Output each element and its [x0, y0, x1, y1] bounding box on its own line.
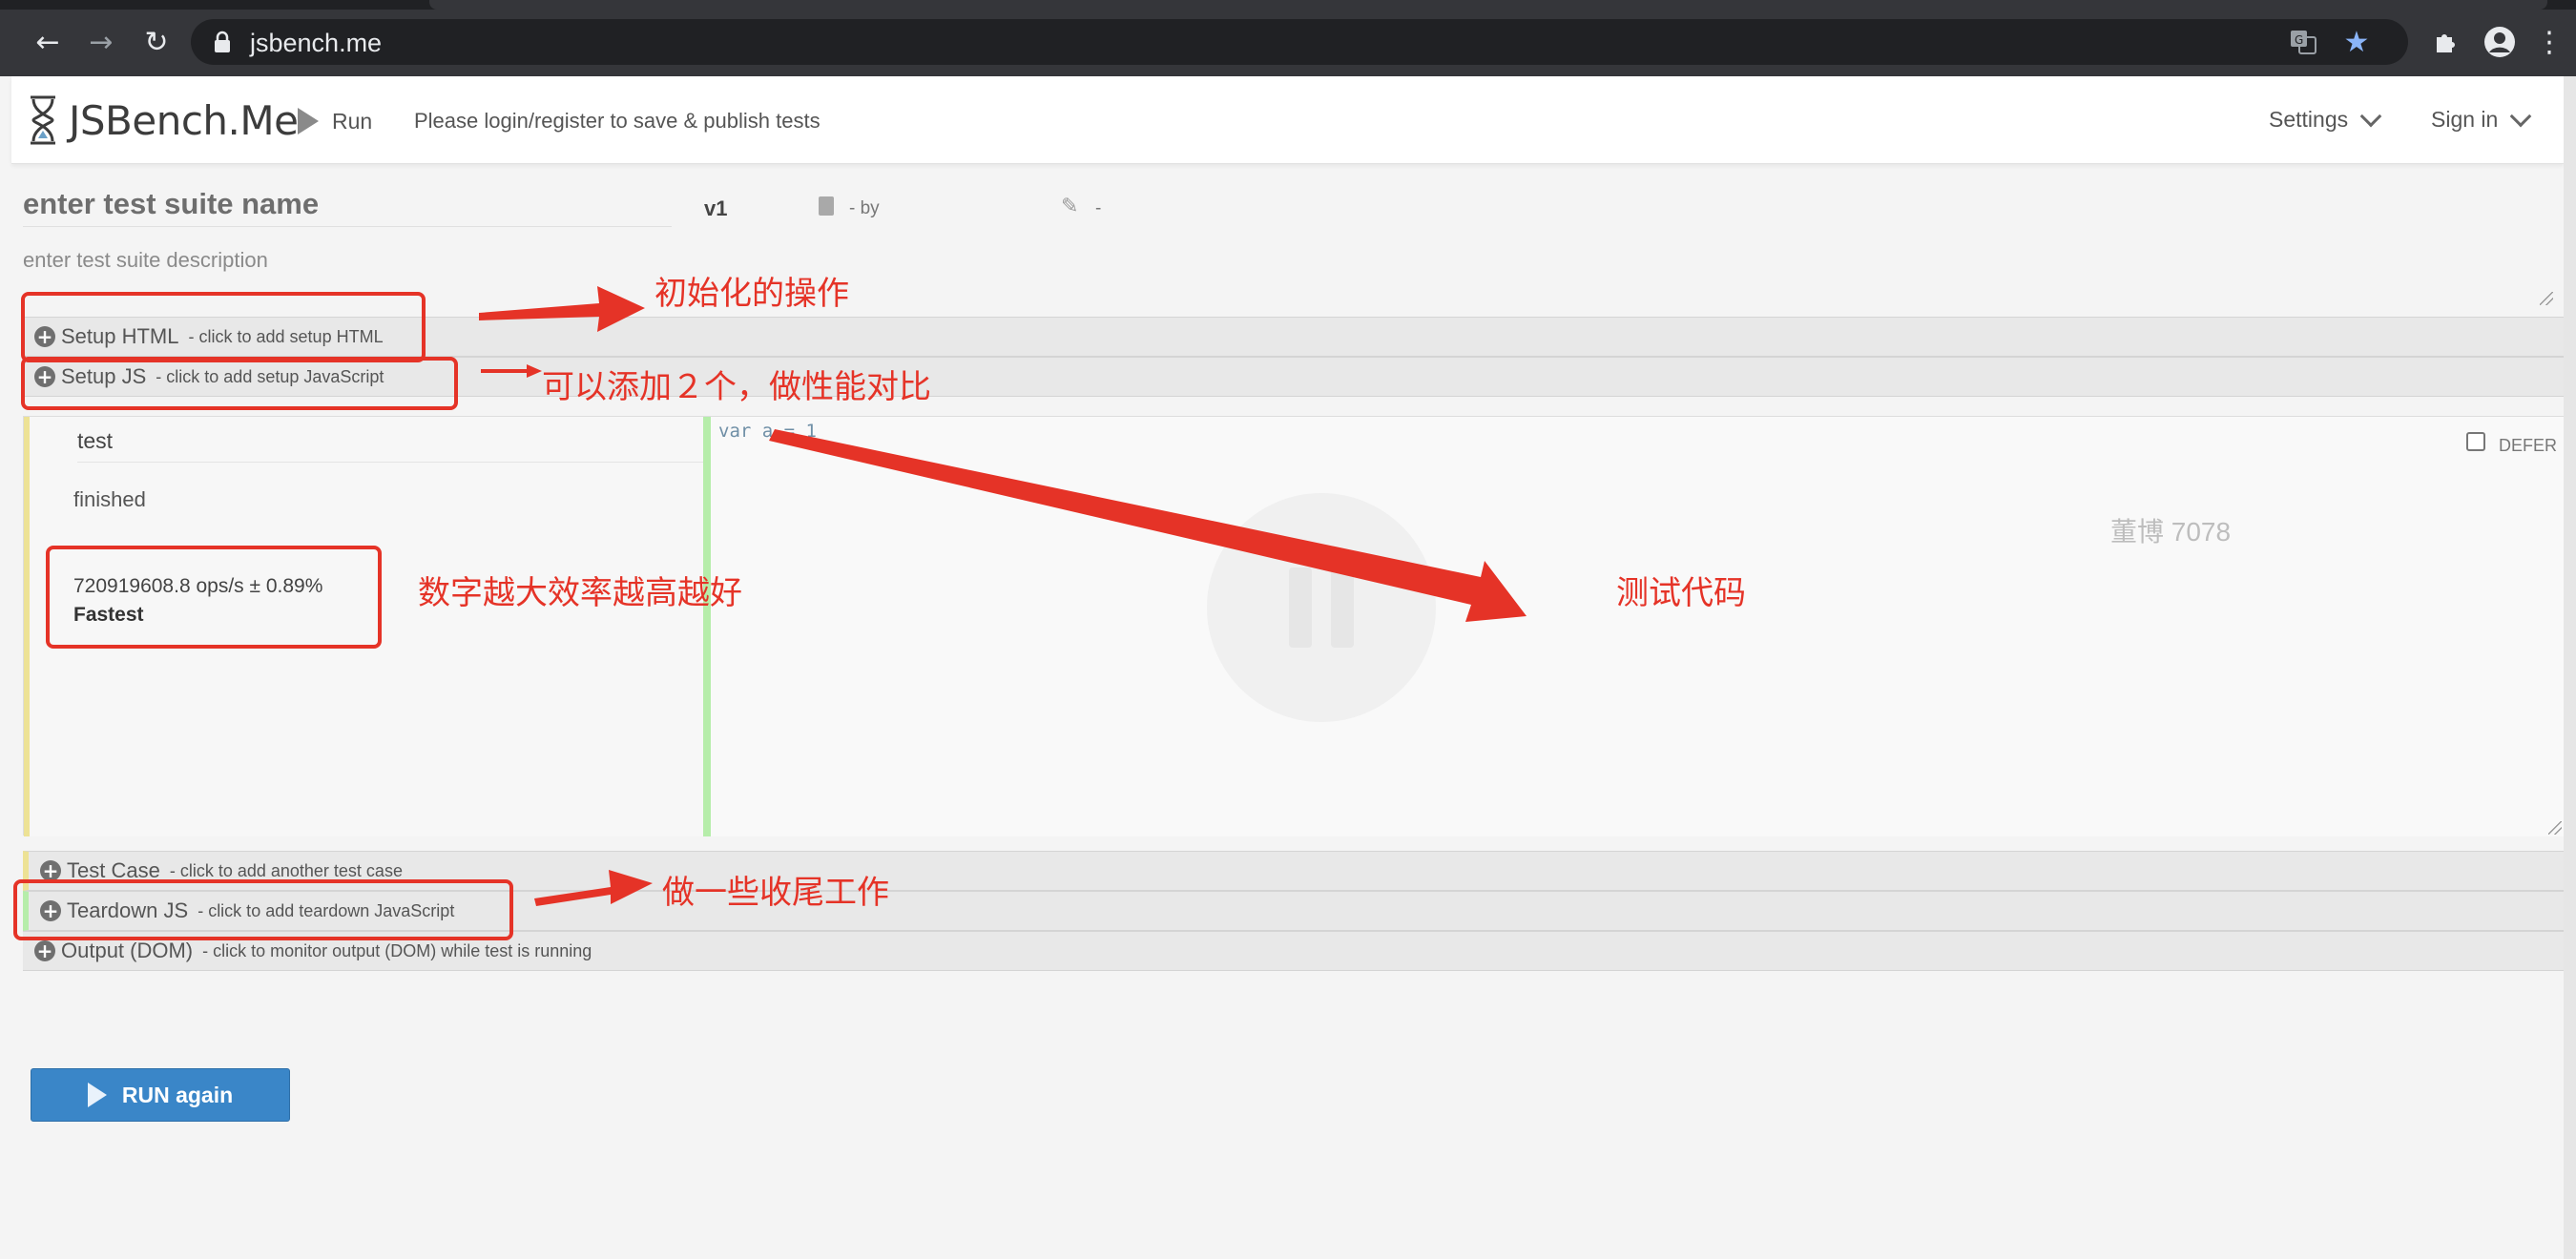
- section-hint: click to monitor output (DOM) while test…: [202, 941, 592, 961]
- version-label: v1: [704, 196, 728, 220]
- run-again-label: RUN again: [121, 1082, 234, 1107]
- test-case-status: finished: [73, 487, 146, 511]
- section-hint: click to add another test case: [170, 861, 403, 881]
- back-icon[interactable]: ←: [29, 23, 67, 61]
- watermark-text: 董博 7078: [2110, 517, 2232, 547]
- section-title: Output (DOM): [61, 939, 194, 962]
- brand-name: JSBench.Me: [69, 96, 299, 144]
- code-line[interactable]: var a = 1: [718, 421, 817, 442]
- edit-text: -: [1095, 198, 1102, 218]
- chevron-down-icon: [2510, 105, 2532, 127]
- annotation-setup-js: 可以添加２个，做性能对比: [542, 368, 931, 406]
- logo[interactable]: JSBench.Me: [27, 92, 299, 149]
- document-icon: [819, 196, 834, 216]
- profile-avatar-icon[interactable]: [2481, 23, 2519, 61]
- hourglass-icon: [31, 95, 55, 145]
- svg-text:G: G: [2295, 33, 2303, 47]
- pause-watermark-icon: [1207, 493, 1436, 722]
- bookmark-star-icon[interactable]: ★: [2339, 25, 2374, 59]
- defer-checkbox[interactable]: [2466, 432, 2485, 451]
- annotation-box-result: [46, 546, 382, 649]
- address-bar[interactable]: jsbench.me G ★: [191, 19, 2408, 65]
- page: JSBench.Me Run Please login/register to …: [11, 76, 2566, 1259]
- play-icon: [298, 108, 319, 134]
- annotation-box-teardown: [13, 879, 513, 940]
- run-button[interactable]: Run: [298, 105, 372, 137]
- reload-icon[interactable]: ↻: [137, 23, 176, 61]
- suite-description-input[interactable]: enter test suite description: [23, 248, 268, 273]
- settings-label: Settings: [2269, 107, 2349, 132]
- tab-strip: [0, 0, 2576, 10]
- defer-label: DEFER: [2499, 436, 2558, 455]
- test-case-name-input[interactable]: test: [77, 424, 707, 463]
- scrollbar[interactable]: [2564, 76, 2576, 1259]
- chevron-down-icon: [2359, 105, 2382, 127]
- login-message[interactable]: Please login/register to save & publish …: [414, 109, 821, 134]
- play-icon: [87, 1083, 107, 1107]
- test-case-panel: test finished 720919608.8 ops/s ± 0.89% …: [23, 416, 2566, 836]
- code-gutter: [703, 417, 711, 836]
- browser-menu-icon[interactable]: ⋮: [2530, 23, 2568, 61]
- forward-icon[interactable]: →: [82, 23, 120, 61]
- signin-menu[interactable]: Sign in: [2431, 105, 2532, 133]
- browser-toolbar: ← → ↻ jsbench.me G ★ ⋮: [0, 0, 2576, 76]
- author-text: - by: [849, 198, 880, 218]
- annotation-code: 测试代码: [1616, 574, 1746, 612]
- url-text[interactable]: jsbench.me: [250, 29, 382, 58]
- annotation-teardown: 做一些收尾工作: [662, 874, 889, 912]
- active-tab[interactable]: [429, 0, 2547, 10]
- plus-circle-icon: +: [40, 860, 61, 881]
- lock-icon: [215, 31, 230, 52]
- code-editor[interactable]: var a = 1 DEFER: [711, 417, 2566, 836]
- signin-label: Sign in: [2431, 107, 2499, 132]
- settings-menu[interactable]: Settings: [2269, 105, 2382, 133]
- annotation-box-setup-js: [21, 357, 458, 410]
- plus-circle-icon: +: [34, 940, 55, 961]
- translate-icon[interactable]: G: [2286, 25, 2320, 59]
- run-again-button[interactable]: RUN again: [31, 1068, 290, 1122]
- extensions-puzzle-icon[interactable]: [2427, 23, 2465, 61]
- app-header: JSBench.Me Run Please login/register to …: [11, 76, 2564, 164]
- pencil-icon[interactable]: ✎: [1061, 195, 1086, 219]
- annotation-result: 数字越大效率越高越好: [418, 574, 742, 612]
- suite-name-input[interactable]: enter test suite name: [23, 187, 672, 227]
- annotation-box-setup-html: [21, 292, 426, 362]
- run-label: Run: [332, 108, 373, 134]
- resize-handle[interactable]: [2540, 292, 2553, 305]
- resize-handle[interactable]: [2548, 821, 2562, 835]
- annotation-setup-html: 初始化的操作: [654, 275, 849, 313]
